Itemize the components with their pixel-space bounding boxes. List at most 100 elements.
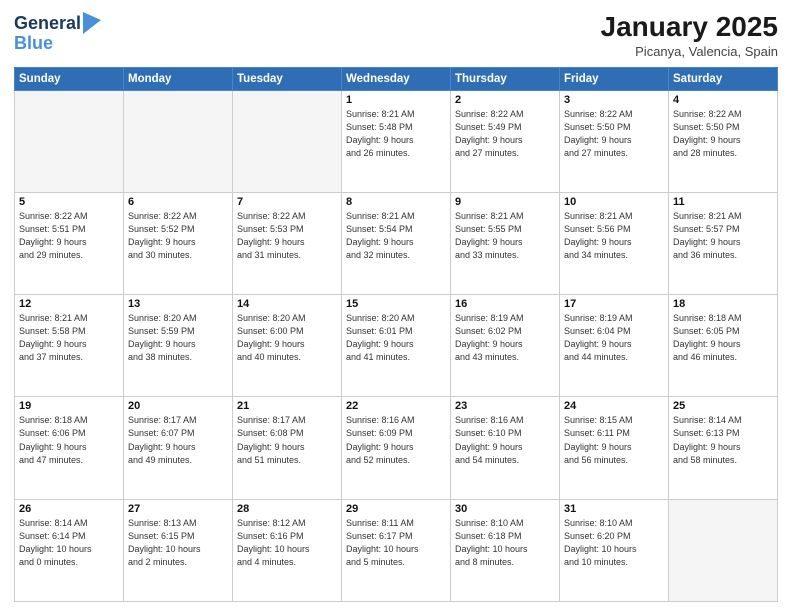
- day-number: 11: [673, 196, 773, 208]
- day-info: Sunrise: 8:22 AMSunset: 5:52 PMDaylight:…: [128, 210, 228, 262]
- day-number: 2: [455, 94, 555, 106]
- day-number: 14: [237, 298, 337, 310]
- calendar-cell: 19Sunrise: 8:18 AMSunset: 6:06 PMDayligh…: [15, 397, 124, 499]
- day-number: 21: [237, 400, 337, 412]
- logo-icon: [83, 12, 101, 34]
- calendar-cell: 12Sunrise: 8:21 AMSunset: 5:58 PMDayligh…: [15, 295, 124, 397]
- weekday-header-saturday: Saturday: [669, 67, 778, 90]
- calendar-cell: 21Sunrise: 8:17 AMSunset: 6:08 PMDayligh…: [233, 397, 342, 499]
- calendar-cell: 8 Sunrise: 8:21 AMSunset: 5:54 PMDaylight…: [342, 192, 451, 294]
- calendar-cell: 27Sunrise: 8:13 AMSunset: 6:15 PMDayligh…: [124, 499, 233, 601]
- calendar-cell: [15, 90, 124, 192]
- calendar-cell: 25 Sunrise: 8:14 AMSunset: 6:13 PMDayligh…: [669, 397, 778, 499]
- day-info: Sunrise: 8:18 AMSunset: 6:06 PMDaylight:…: [19, 414, 119, 466]
- day-number: 20: [128, 400, 228, 412]
- weekday-header-monday: Monday: [124, 67, 233, 90]
- day-number: 4: [673, 94, 773, 106]
- day-number: 3: [564, 94, 664, 106]
- calendar-cell: 26 Sunrise: 8:14 AMSunset: 6:14 PMDayligh…: [15, 499, 124, 601]
- day-info: Sunrise: 8:21 AMSunset: 5:56 PMDaylight:…: [564, 210, 664, 262]
- day-info: Sunrise: 8:16 AMSunset: 6:10 PMDaylight:…: [455, 414, 555, 466]
- calendar-cell: 24Sunrise: 8:15 AMSunset: 6:11 PMDayligh…: [560, 397, 669, 499]
- day-number: 13: [128, 298, 228, 310]
- logo-text: General: [14, 14, 81, 34]
- page: General Blue January 2025 Picanya, Valen…: [0, 0, 792, 612]
- day-number: 31: [564, 503, 664, 515]
- calendar-cell: [124, 90, 233, 192]
- calendar-cell: 13 Sunrise: 8:20 AMSunset: 5:59 PMDayligh…: [124, 295, 233, 397]
- calendar-cell: [669, 499, 778, 601]
- day-number: 9: [455, 196, 555, 208]
- day-number: 7: [237, 196, 337, 208]
- day-info: Sunrise: 8:15 AMSunset: 6:11 PMDaylight:…: [564, 414, 664, 466]
- day-info: Sunrise: 8:14 AMSunset: 6:13 PMDaylight:…: [673, 414, 773, 466]
- calendar-cell: [233, 90, 342, 192]
- day-info: Sunrise: 8:21 AMSunset: 5:57 PMDaylight:…: [673, 210, 773, 262]
- calendar-cell: 23 Sunrise: 8:16 AMSunset: 6:10 PMDayligh…: [451, 397, 560, 499]
- calendar-cell: 7 Sunrise: 8:22 AMSunset: 5:53 PMDaylight…: [233, 192, 342, 294]
- day-info: Sunrise: 8:14 AMSunset: 6:14 PMDaylight:…: [19, 517, 119, 569]
- day-info: Sunrise: 8:22 AMSunset: 5:51 PMDaylight:…: [19, 210, 119, 262]
- day-number: 10: [564, 196, 664, 208]
- day-number: 5: [19, 196, 119, 208]
- weekday-header-thursday: Thursday: [451, 67, 560, 90]
- calendar-cell: 1 Sunrise: 8:21 AMSunset: 5:48 PMDaylight…: [342, 90, 451, 192]
- day-info: Sunrise: 8:18 AMSunset: 6:05 PMDaylight:…: [673, 312, 773, 364]
- calendar-cell: 30 Sunrise: 8:10 AMSunset: 6:18 PMDayligh…: [451, 499, 560, 601]
- day-info: Sunrise: 8:21 AMSunset: 5:55 PMDaylight:…: [455, 210, 555, 262]
- day-info: Sunrise: 8:20 AMSunset: 6:00 PMDaylight:…: [237, 312, 337, 364]
- day-info: Sunrise: 8:12 AMSunset: 6:16 PMDaylight:…: [237, 517, 337, 569]
- day-info: Sunrise: 8:22 AMSunset: 5:53 PMDaylight:…: [237, 210, 337, 262]
- calendar-cell: 17Sunrise: 8:19 AMSunset: 6:04 PMDayligh…: [560, 295, 669, 397]
- calendar-cell: 9 Sunrise: 8:21 AMSunset: 5:55 PMDaylight…: [451, 192, 560, 294]
- week-row-1: 1 Sunrise: 8:21 AMSunset: 5:48 PMDaylight…: [15, 90, 778, 192]
- location: Picanya, Valencia, Spain: [601, 44, 778, 59]
- header: General Blue January 2025 Picanya, Valen…: [14, 10, 778, 59]
- day-info: Sunrise: 8:16 AMSunset: 6:09 PMDaylight:…: [346, 414, 446, 466]
- weekday-header-sunday: Sunday: [15, 67, 124, 90]
- calendar-cell: 6 Sunrise: 8:22 AMSunset: 5:52 PMDaylight…: [124, 192, 233, 294]
- day-number: 29: [346, 503, 446, 515]
- calendar-cell: 14 Sunrise: 8:20 AMSunset: 6:00 PMDayligh…: [233, 295, 342, 397]
- day-number: 15: [346, 298, 446, 310]
- day-number: 26: [19, 503, 119, 515]
- weekday-header-tuesday: Tuesday: [233, 67, 342, 90]
- day-number: 18: [673, 298, 773, 310]
- calendar-cell: 5 Sunrise: 8:22 AMSunset: 5:51 PMDaylight…: [15, 192, 124, 294]
- calendar-cell: 11 Sunrise: 8:21 AMSunset: 5:57 PMDayligh…: [669, 192, 778, 294]
- day-number: 27: [128, 503, 228, 515]
- day-info: Sunrise: 8:21 AMSunset: 5:58 PMDaylight:…: [19, 312, 119, 364]
- day-number: 6: [128, 196, 228, 208]
- day-info: Sunrise: 8:22 AMSunset: 5:49 PMDaylight:…: [455, 108, 555, 160]
- day-number: 16: [455, 298, 555, 310]
- day-info: Sunrise: 8:20 AMSunset: 5:59 PMDaylight:…: [128, 312, 228, 364]
- day-info: Sunrise: 8:11 AMSunset: 6:17 PMDaylight:…: [346, 517, 446, 569]
- calendar-cell: 2 Sunrise: 8:22 AMSunset: 5:49 PMDaylight…: [451, 90, 560, 192]
- day-info: Sunrise: 8:21 AMSunset: 5:54 PMDaylight:…: [346, 210, 446, 262]
- day-info: Sunrise: 8:20 AMSunset: 6:01 PMDaylight:…: [346, 312, 446, 364]
- logo-blue: Blue: [14, 34, 101, 54]
- calendar-cell: 3Sunrise: 8:22 AMSunset: 5:50 PMDaylight…: [560, 90, 669, 192]
- day-number: 25: [673, 400, 773, 412]
- calendar-table: SundayMondayTuesdayWednesdayThursdayFrid…: [14, 67, 778, 602]
- calendar-cell: 4 Sunrise: 8:22 AMSunset: 5:50 PMDaylight…: [669, 90, 778, 192]
- day-number: 30: [455, 503, 555, 515]
- day-number: 17: [564, 298, 664, 310]
- title-block: January 2025 Picanya, Valencia, Spain: [601, 10, 778, 59]
- calendar-cell: 22Sunrise: 8:16 AMSunset: 6:09 PMDayligh…: [342, 397, 451, 499]
- day-info: Sunrise: 8:21 AMSunset: 5:48 PMDaylight:…: [346, 108, 446, 160]
- day-number: 8: [346, 196, 446, 208]
- month-title: January 2025: [601, 10, 778, 44]
- week-row-4: 19Sunrise: 8:18 AMSunset: 6:06 PMDayligh…: [15, 397, 778, 499]
- day-number: 23: [455, 400, 555, 412]
- calendar-cell: 29 Sunrise: 8:11 AMSunset: 6:17 PMDayligh…: [342, 499, 451, 601]
- day-number: 1: [346, 94, 446, 106]
- calendar-cell: 18 Sunrise: 8:18 AMSunset: 6:05 PMDayligh…: [669, 295, 778, 397]
- day-info: Sunrise: 8:22 AMSunset: 5:50 PMDaylight:…: [673, 108, 773, 160]
- logo: General Blue: [14, 14, 101, 54]
- day-info: Sunrise: 8:10 AMSunset: 6:20 PMDaylight:…: [564, 517, 664, 569]
- calendar-cell: 28 Sunrise: 8:12 AMSunset: 6:16 PMDayligh…: [233, 499, 342, 601]
- day-info: Sunrise: 8:10 AMSunset: 6:18 PMDaylight:…: [455, 517, 555, 569]
- calendar-cell: 16Sunrise: 8:19 AMSunset: 6:02 PMDayligh…: [451, 295, 560, 397]
- day-number: 28: [237, 503, 337, 515]
